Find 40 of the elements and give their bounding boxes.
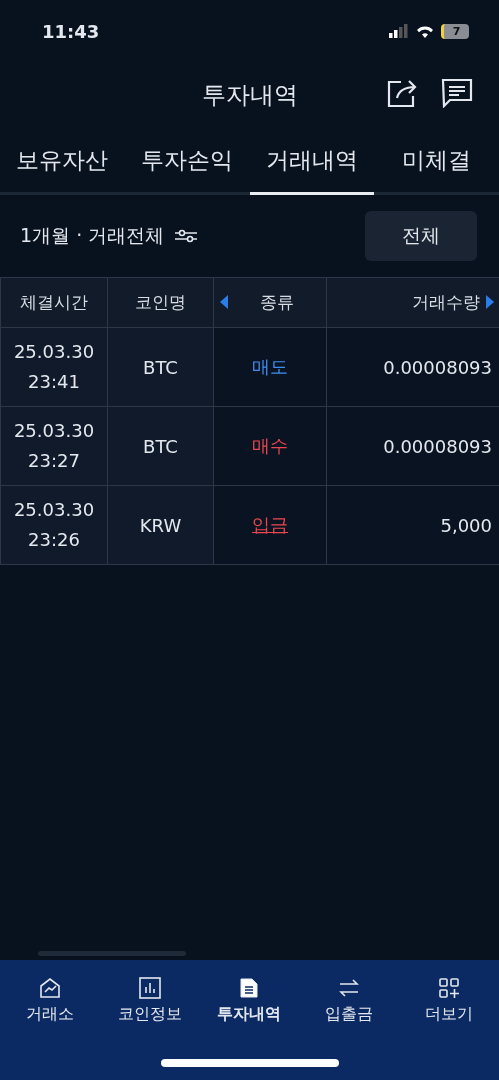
bar-chart-icon	[137, 976, 162, 1000]
trade-type: 매도	[252, 356, 288, 377]
nav-item[interactable]: 투자내역	[199, 976, 300, 1025]
all-filter-button[interactable]: 전체	[365, 211, 477, 261]
scroll-right-icon[interactable]	[486, 295, 494, 309]
column-header: 코인명	[107, 277, 214, 328]
column-header[interactable]: 종류	[213, 277, 327, 328]
trade-type[interactable]: 입금	[252, 514, 288, 535]
chat-icon[interactable]	[441, 78, 473, 108]
tab[interactable]: 미체결	[374, 128, 499, 195]
scroll-left-icon[interactable]	[220, 295, 228, 309]
battery-icon: 7	[441, 23, 469, 39]
table-cell: 25.03.30 23:26	[0, 485, 108, 565]
more-icon	[437, 976, 462, 1000]
trade-type: 매수	[252, 435, 288, 456]
column-header: 거래수량	[326, 277, 499, 328]
table-cell: 25.03.30 23:41	[0, 327, 108, 407]
table-cell: BTC	[107, 406, 214, 486]
table-cell: 0.00008093	[326, 327, 499, 407]
table-cell: 0.00008093	[326, 406, 499, 486]
nav-item[interactable]: 입출금	[299, 976, 400, 1025]
table-cell: 25.03.30 23:27	[0, 406, 108, 486]
chart-icon	[37, 976, 62, 1000]
tab[interactable]: 보유자산	[0, 128, 125, 195]
tab[interactable]: 거래내역	[249, 128, 375, 195]
tab[interactable]: 투자손익	[124, 128, 250, 195]
filter-label[interactable]: 1개월 · 거래전체	[20, 223, 165, 249]
filter-icon[interactable]	[174, 229, 199, 243]
table-cell: 5,000	[326, 485, 499, 565]
nav-item[interactable]: 더보기	[399, 976, 499, 1025]
wifi-icon	[415, 24, 435, 38]
page-title: 투자내역	[201, 80, 298, 111]
status-time: 11:43	[42, 20, 100, 42]
signal-icon	[389, 24, 409, 38]
nav-item[interactable]: 거래소	[0, 976, 100, 1025]
column-header: 체결시간	[0, 277, 108, 328]
nav-item[interactable]: 코인정보	[99, 976, 200, 1025]
table-cell: KRW	[107, 485, 214, 565]
share-icon[interactable]	[387, 78, 419, 108]
table-cell: BTC	[107, 327, 214, 407]
